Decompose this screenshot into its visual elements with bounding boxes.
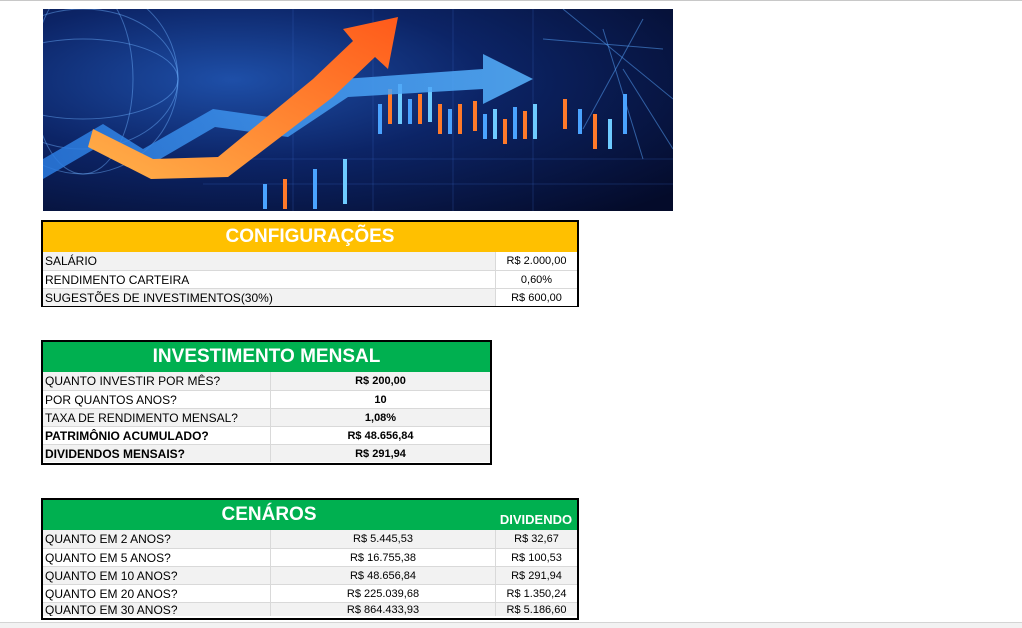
taxa-rendimento-label[interactable]: TAXA DE RENDIMENTO MENSAL? xyxy=(43,409,270,426)
table-row: RENDIMENTO CARTEIRA 0,60% xyxy=(43,270,577,288)
table-row: QUANTO EM 10 ANOS? R$ 48.656,84 R$ 291,9… xyxy=(43,566,577,584)
cenario-value[interactable]: R$ 16.755,38 xyxy=(270,549,495,566)
investimento-mensal-header[interactable]: INVESTIMENTO MENSAL xyxy=(43,342,490,372)
rendimento-carteira-value[interactable]: 0,60% xyxy=(495,271,577,288)
sugestoes-label[interactable]: SUGESTÕES DE INVESTIMENTOS(30%) xyxy=(43,289,495,306)
cenario-label[interactable]: QUANTO EM 20 ANOS? xyxy=(43,585,270,602)
cenarios-header[interactable]: CENÁROS xyxy=(43,500,495,530)
dividendos-value[interactable]: R$ 291,94 xyxy=(270,445,490,462)
quantos-anos-label[interactable]: POR QUANTOS ANOS? xyxy=(43,391,270,408)
cenario-dividend[interactable]: R$ 5.186,60 xyxy=(495,603,577,616)
rendimento-carteira-label[interactable]: RENDIMENTO CARTEIRA xyxy=(43,271,495,288)
table-row: QUANTO EM 5 ANOS? R$ 16.755,38 R$ 100,53 xyxy=(43,548,577,566)
dividendos-label[interactable]: DIVIDENDOS MENSAIS? xyxy=(43,445,270,462)
investimento-mensal-table: INVESTIMENTO MENSAL QUANTO INVESTIR POR … xyxy=(41,340,492,465)
table-row: QUANTO EM 30 ANOS? R$ 864.433,93 R$ 5.18… xyxy=(43,602,577,616)
cenario-dividend[interactable]: R$ 1.350,24 xyxy=(495,585,577,602)
cenario-value[interactable]: R$ 864.433,93 xyxy=(270,603,495,616)
cenario-value[interactable]: R$ 5.445,53 xyxy=(270,530,495,548)
sheet-bottom-bar xyxy=(0,622,1022,628)
investir-por-mes-value[interactable]: R$ 200,00 xyxy=(270,372,490,390)
table-row: POR QUANTOS ANOS? 10 xyxy=(43,390,490,408)
sheet-top-border xyxy=(0,0,1022,1)
configuracoes-header[interactable]: CONFIGURAÇÕES xyxy=(43,222,577,252)
table-row: QUANTO EM 20 ANOS? R$ 225.039,68 R$ 1.35… xyxy=(43,584,577,602)
table-row: PATRIMÔNIO ACUMULADO? R$ 48.656,84 xyxy=(43,426,490,444)
cenario-dividend[interactable]: R$ 291,94 xyxy=(495,567,577,584)
cenario-value[interactable]: R$ 225.039,68 xyxy=(270,585,495,602)
cenarios-table: CENÁROS DIVIDENDO QUANTO EM 2 ANOS? R$ 5… xyxy=(41,498,579,620)
sugestoes-value[interactable]: R$ 600,00 xyxy=(495,289,577,306)
cenario-value[interactable]: R$ 48.656,84 xyxy=(270,567,495,584)
table-row: QUANTO INVESTIR POR MÊS? R$ 200,00 xyxy=(43,372,490,390)
configuracoes-table: CONFIGURAÇÕES SALÁRIO R$ 2.000,00 RENDIM… xyxy=(41,220,579,307)
dividendo-header[interactable]: DIVIDENDO xyxy=(495,500,577,530)
cenario-dividend[interactable]: R$ 32,67 xyxy=(495,530,577,548)
investir-por-mes-label[interactable]: QUANTO INVESTIR POR MÊS? xyxy=(43,372,270,390)
cenario-label[interactable]: QUANTO EM 30 ANOS? xyxy=(43,603,270,616)
table-row: QUANTO EM 2 ANOS? R$ 5.445,53 R$ 32,67 xyxy=(43,530,577,548)
cenario-label[interactable]: QUANTO EM 5 ANOS? xyxy=(43,549,270,566)
cenario-dividend[interactable]: R$ 100,53 xyxy=(495,549,577,566)
table-row: SALÁRIO R$ 2.000,00 xyxy=(43,252,577,270)
cenario-label[interactable]: QUANTO EM 10 ANOS? xyxy=(43,567,270,584)
salario-value[interactable]: R$ 2.000,00 xyxy=(495,252,577,270)
cenario-label[interactable]: QUANTO EM 2 ANOS? xyxy=(43,530,270,548)
table-row: SUGESTÕES DE INVESTIMENTOS(30%) R$ 600,0… xyxy=(43,288,577,306)
salario-label[interactable]: SALÁRIO xyxy=(43,252,495,270)
table-row: DIVIDENDOS MENSAIS? R$ 291,94 xyxy=(43,444,490,462)
cenarios-header-row: CENÁROS DIVIDENDO xyxy=(43,500,577,530)
finance-banner-image xyxy=(43,9,673,211)
quantos-anos-value[interactable]: 10 xyxy=(270,391,490,408)
patrimonio-label[interactable]: PATRIMÔNIO ACUMULADO? xyxy=(43,427,270,444)
table-row: TAXA DE RENDIMENTO MENSAL? 1,08% xyxy=(43,408,490,426)
patrimonio-value[interactable]: R$ 48.656,84 xyxy=(270,427,490,444)
taxa-rendimento-value[interactable]: 1,08% xyxy=(270,409,490,426)
